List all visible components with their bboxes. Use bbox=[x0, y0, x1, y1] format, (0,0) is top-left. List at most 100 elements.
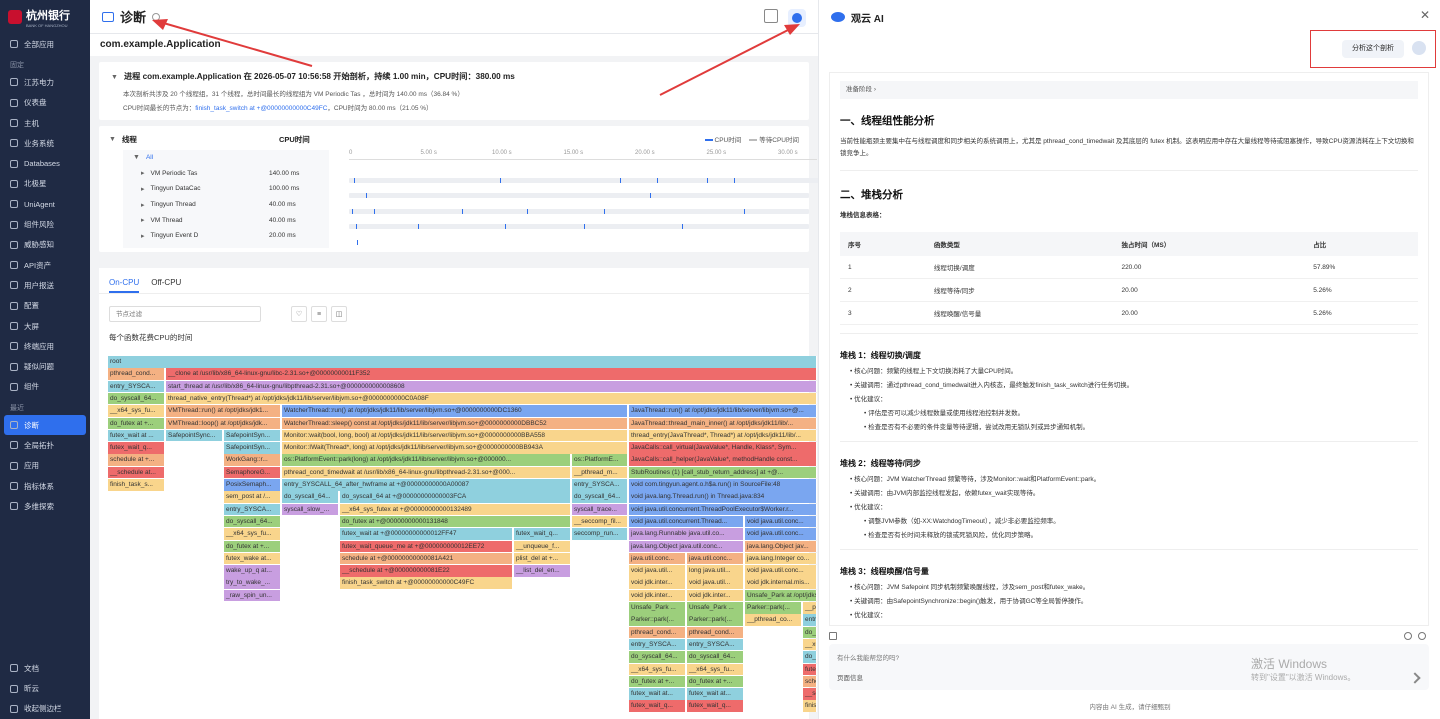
flame-frame[interactable]: JavaThread::run() at /opt/jdks/jdk11/lib… bbox=[629, 405, 817, 417]
sidebar-item-0[interactable]: 文档 bbox=[0, 658, 90, 678]
ai-assistant-button[interactable] bbox=[788, 9, 806, 27]
thread-row[interactable]: ▸ VM Thread 40.00 ms bbox=[123, 212, 329, 228]
flame-frame[interactable]: pthread_cond... bbox=[687, 626, 744, 639]
flame-frame[interactable]: WorkGang::r... bbox=[224, 454, 281, 466]
sidebar-item-3[interactable]: 指标体系 bbox=[0, 476, 90, 496]
flame-frame[interactable]: syscall_slow_... bbox=[282, 503, 339, 516]
clipboard-icon[interactable] bbox=[829, 632, 837, 640]
flame-frame[interactable]: do_syscall_64... bbox=[282, 491, 339, 503]
flame-frame[interactable]: do_futex at +... bbox=[108, 417, 165, 429]
thread-row[interactable]: ▸ Tingyun Event D 20.00 ms bbox=[123, 228, 329, 244]
flame-frame[interactable]: void jdk.internal.mis... bbox=[745, 577, 817, 589]
flame-frame[interactable]: do_syscall_64... bbox=[108, 392, 165, 405]
legend-cpu[interactable]: CPU时间 bbox=[704, 134, 741, 144]
flame-frame[interactable]: os::PlatformE... bbox=[572, 454, 628, 466]
flame-frame[interactable]: futex_wait_q... bbox=[687, 700, 744, 712]
flame-frame[interactable]: do_futex at +... bbox=[629, 675, 686, 688]
flame-frame[interactable]: __x64_sys_futex at +@00000000000132489 bbox=[340, 503, 571, 516]
clipboard-icon[interactable] bbox=[764, 9, 778, 23]
flame-frame[interactable]: pthread_cond... bbox=[629, 626, 686, 639]
flame-frame[interactable]: schedule at +... bbox=[108, 454, 165, 466]
flame-frame[interactable]: futex_wait_queue_me at +@000000000012EE7… bbox=[340, 540, 513, 552]
flame-frame[interactable]: void java.util... bbox=[629, 565, 686, 577]
flame-frame[interactable]: thread_native_entry(Thread*) at /opt/jdk… bbox=[166, 392, 817, 405]
flame-frame[interactable]: __schedule at... bbox=[108, 466, 165, 479]
flame-frame[interactable]: java.util.conc... bbox=[687, 552, 744, 565]
collapse-chevron-icon[interactable]: ▼ bbox=[111, 74, 118, 81]
flame-frame[interactable]: SafepointSyn... bbox=[224, 429, 281, 442]
flame-frame[interactable]: do_futex at +@00000000000131848 bbox=[340, 515, 571, 528]
flame-frame[interactable]: thread_entry(JavaThread*, Thread*) at /o… bbox=[629, 429, 817, 442]
flame-frame[interactable]: entry_SYSCA... bbox=[629, 638, 686, 651]
sidebar-item-4[interactable]: Databases bbox=[0, 153, 90, 173]
sidebar-item-14[interactable]: 疑似问题 bbox=[0, 356, 90, 376]
flame-frame[interactable]: sem_post at /... bbox=[224, 491, 281, 503]
sidebar-item-6[interactable]: UniAgent bbox=[0, 194, 90, 214]
flame-frame[interactable]: futex_wait at... bbox=[687, 688, 744, 700]
thread-row[interactable]: ▸ VM Periodic Tas 140.00 ms bbox=[123, 166, 329, 182]
flame-frame[interactable]: plist_del at +... bbox=[514, 552, 571, 565]
thread-row-all[interactable]: ▼ All bbox=[123, 150, 329, 166]
expand-chevron-icon[interactable]: ▸ bbox=[141, 185, 145, 193]
flame-frame[interactable]: __pthread_m... bbox=[572, 466, 628, 479]
split-view-icon[interactable]: ◫ bbox=[331, 306, 347, 322]
flame-frame[interactable]: __x64_sys_fu... bbox=[224, 528, 281, 540]
flame-frame[interactable]: entry_SYSCA... bbox=[108, 380, 165, 393]
flame-frame[interactable]: SafepointSyn... bbox=[224, 442, 281, 454]
flame-frame[interactable]: finish_task_switch at +@00000000000C49FC bbox=[340, 577, 513, 589]
flame-frame[interactable]: java.util.conc... bbox=[629, 552, 686, 565]
flame-frame[interactable]: futex_wait at ... bbox=[108, 429, 165, 442]
flame-frame[interactable]: __x64_sys_fu... bbox=[629, 663, 686, 675]
flame-frame[interactable]: finis... bbox=[803, 700, 817, 712]
hot-node-link[interactable]: finish_task_switch at +@00000000000C49FC bbox=[195, 105, 327, 112]
flame-frame[interactable]: JavaCalls::call_helper(JavaValue*, metho… bbox=[629, 454, 817, 466]
tab-off-cpu[interactable]: Off-CPU bbox=[151, 278, 181, 293]
collapse-chevron-icon[interactable]: ▼ bbox=[109, 136, 116, 143]
flame-frame[interactable]: long java.util... bbox=[687, 565, 744, 577]
flame-frame[interactable]: void jdk.inter... bbox=[629, 577, 686, 589]
flame-frame[interactable]: do_syscall_64... bbox=[224, 515, 281, 528]
flame-frame[interactable]: __x6... bbox=[803, 638, 817, 651]
heart-icon[interactable]: ♡ bbox=[291, 306, 307, 322]
flame-frame[interactable]: root bbox=[108, 356, 817, 368]
flame-frame[interactable]: futex_wait_q... bbox=[629, 700, 686, 712]
phase-toggle[interactable]: 准备阶段 › bbox=[840, 81, 1418, 99]
flame-frame[interactable]: Monitor::IWait(Thread*, long) at /opt/jd… bbox=[282, 442, 628, 454]
flame-frame[interactable]: _raw_spin_un... bbox=[224, 589, 281, 602]
flame-frame[interactable]: Unsafe_Park ... bbox=[687, 602, 744, 614]
sidebar-item-7[interactable]: 组件风险 bbox=[0, 214, 90, 234]
sidebar-item-2[interactable]: 收起侧边栏 bbox=[0, 699, 90, 719]
flame-frame[interactable]: Monitor::wait(bool, long, bool) at /opt/… bbox=[282, 429, 628, 442]
flame-frame[interactable]: void java.util.concurrent.Thread... bbox=[629, 515, 744, 528]
sidebar-item-2[interactable]: 主机 bbox=[0, 113, 90, 133]
flame-frame[interactable]: do_syscall_64... bbox=[629, 651, 686, 663]
sidebar-item-8[interactable]: 威胁感知 bbox=[0, 235, 90, 255]
collapse-chevron-icon[interactable]: ▼ bbox=[133, 154, 140, 161]
flame-frame[interactable]: Parker::park(... bbox=[629, 614, 686, 626]
flame-frame[interactable]: start_thread at /usr/lib/x86_64-linux-gn… bbox=[166, 380, 817, 393]
flame-frame[interactable]: void java.lang.Thread.run() in Thread.ja… bbox=[629, 491, 817, 503]
sidebar-item-1[interactable]: 全局拓扑 bbox=[0, 435, 90, 455]
flame-frame[interactable]: pthread_cond... bbox=[108, 368, 165, 380]
expand-chevron-icon[interactable]: ▸ bbox=[141, 201, 145, 209]
legend-wait[interactable]: 等待CPU时间 bbox=[749, 134, 799, 144]
flame-frame[interactable]: __x64_sys_fu... bbox=[687, 663, 744, 675]
flame-frame[interactable]: do_f... bbox=[803, 651, 817, 663]
flame-frame[interactable]: do_s... bbox=[803, 626, 817, 639]
flame-frame[interactable]: futex_wait_q... bbox=[108, 442, 165, 454]
flame-frame[interactable]: SemaphoreG... bbox=[224, 466, 281, 479]
flame-frame[interactable]: __schedule at +@000000000081E22 bbox=[340, 565, 513, 577]
flame-frame[interactable]: JavaCalls::call_virtual(JavaValue*, Hand… bbox=[629, 442, 817, 454]
flame-frame[interactable]: entry_SYSCA... bbox=[224, 503, 281, 516]
flame-frame[interactable]: VMThread::loop() at /opt/jdks/jdk... bbox=[166, 417, 281, 429]
flame-frame[interactable]: void java.util.conc... bbox=[745, 515, 817, 528]
thread-row[interactable]: ▸ Tingyun DataCac 100.00 ms bbox=[123, 181, 329, 197]
flame-frame[interactable]: PosixSemaph... bbox=[224, 479, 281, 491]
flame-frame[interactable]: entry_SYSCALL_64_after_hwframe at +@0000… bbox=[282, 479, 571, 491]
flame-frame[interactable]: Parker::park(... bbox=[745, 602, 802, 614]
flame-frame[interactable]: try_to_wake_... bbox=[224, 577, 281, 589]
flame-frame[interactable]: Unsafe_Park ... bbox=[629, 602, 686, 614]
flame-frame[interactable]: futex_wait at +@00000000000012FF47 bbox=[340, 528, 513, 540]
flame-frame[interactable]: void com.tingyun.agent.o.h$a.run() in So… bbox=[629, 479, 817, 491]
sidebar-item-0[interactable]: 诊断 bbox=[4, 415, 86, 436]
